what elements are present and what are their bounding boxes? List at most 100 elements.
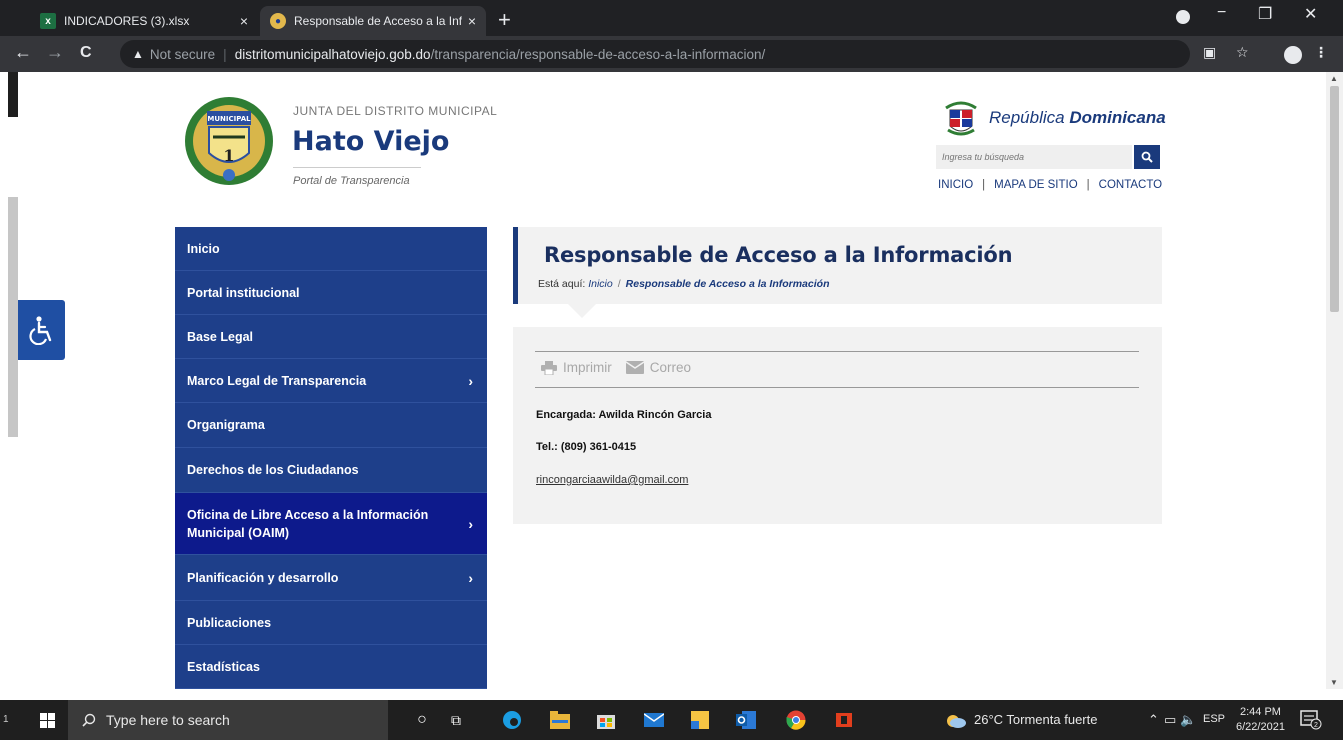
article-tools: Imprimir Correo <box>541 360 705 375</box>
wheelchair-icon <box>28 316 51 345</box>
tab-close-icon[interactable]: × <box>468 13 476 29</box>
address-host: distritomunicipalhatoviejo.gob.do <box>234 46 431 62</box>
link-separator: | <box>982 179 986 191</box>
scroll-down-icon[interactable]: ▼ <box>1330 678 1338 687</box>
sticky-notes-icon[interactable] <box>688 708 712 732</box>
profile-dot-icon[interactable] <box>1176 10 1190 24</box>
new-tab-button[interactable]: + <box>498 7 511 33</box>
notification-center-icon[interactable]: 2 <box>1300 710 1322 730</box>
profile-avatar-icon[interactable] <box>1284 46 1302 64</box>
search-icon <box>82 713 96 727</box>
browser-tab-strip: x INDICADORES (3).xlsx × ● Responsable d… <box>0 0 1343 36</box>
municipal-seal-logo: MUNICIPAL 1 <box>185 97 273 185</box>
sidebar-item-portal-institucional[interactable]: Portal institucional <box>175 271 487 315</box>
sidebar-item-label: Inicio <box>187 241 220 256</box>
sidebar-item-estadisticas[interactable]: Estadísticas <box>175 645 487 689</box>
sidebar-item-label: Publicaciones <box>187 615 272 630</box>
breadcrumb-separator: / <box>617 278 621 290</box>
site-search-input[interactable] <box>942 152 1122 162</box>
email-tool[interactable]: Correo <box>625 360 705 375</box>
store-icon[interactable] <box>594 708 618 732</box>
maximize-button[interactable]: ❐ <box>1258 4 1272 24</box>
sidebar-item-label: Organigrama <box>187 418 265 432</box>
sidebar-item-label: Oficina de Libre Acceso a la Información… <box>187 507 429 540</box>
sidebar-item-derechos[interactable]: Derechos de los Ciudadanos <box>175 448 487 493</box>
address-path: /transparencia/responsable-de-acceso-a-l… <box>430 46 766 62</box>
telefono-text: Tel.: (809) 361-0415 <box>536 441 637 453</box>
site-search-button[interactable] <box>1134 145 1160 169</box>
top-link-contacto[interactable]: CONTACTO <box>1099 179 1162 191</box>
sidebar-item-organigrama[interactable]: Organigrama <box>175 403 487 448</box>
tab-title: INDICADORES (3).xlsx <box>64 14 190 28</box>
warning-icon: ▲ <box>132 47 144 61</box>
email-label: Correo <box>649 360 692 375</box>
link-separator: | <box>1086 179 1090 191</box>
site-title[interactable]: Hato Viejo <box>292 126 449 157</box>
browser-toolbar: ← → C ▲ Not secure | distritomunicipalha… <box>0 36 1343 72</box>
mail-icon[interactable] <box>642 708 666 732</box>
sidebar-item-inicio[interactable]: Inicio <box>175 227 487 271</box>
chrome-icon[interactable] <box>784 708 808 732</box>
print-tool[interactable]: Imprimir <box>541 360 626 375</box>
tray-expand-icon[interactable]: ⌃ <box>1148 712 1159 728</box>
forward-button[interactable]: → <box>46 42 64 63</box>
republica-dominicana-label: República Dominicana <box>989 108 1166 128</box>
weather-text[interactable]: 26°C Tormenta fuerte <box>974 712 1097 727</box>
minimize-button[interactable]: − <box>1217 4 1226 22</box>
clock-date: 6/22/2021 <box>1236 721 1285 733</box>
left-edge-dark <box>8 72 18 117</box>
system-clock[interactable]: 2:44 PM 6/22/2021 <box>1236 705 1285 735</box>
chevron-right-icon: › <box>468 372 473 389</box>
sidebar-item-publicaciones[interactable]: Publicaciones <box>175 601 487 645</box>
sidebar-item-marco-legal[interactable]: Marco Legal de Transparencia › <box>175 359 487 403</box>
clock-time: 2:44 PM <box>1239 706 1281 718</box>
sidebar-item-planificacion[interactable]: Planificación y desarrollo › <box>175 555 487 601</box>
sidebar-item-base-legal[interactable]: Base Legal <box>175 315 487 359</box>
top-link-inicio[interactable]: INICIO <box>938 179 973 191</box>
outlook-icon[interactable] <box>734 708 758 732</box>
sidebar-item-label: Derechos de los Ciudadanos <box>187 463 359 477</box>
tab-close-icon[interactable]: × <box>240 13 248 29</box>
breadcrumb-home-link[interactable]: Inicio <box>588 278 613 290</box>
cortana-icon[interactable]: ○ <box>410 708 434 732</box>
page-title: Responsable de Acceso a la Información <box>544 243 1013 267</box>
volume-icon[interactable]: 🔈 <box>1180 712 1196 728</box>
task-view-icon[interactable]: ⧉ <box>444 708 468 732</box>
address-bar[interactable]: ▲ Not secure | distritomunicipalhatoviej… <box>120 40 1190 68</box>
email-link[interactable]: rincongarciaawilda@gmail.com <box>536 474 688 486</box>
network-icon[interactable]: ▭ <box>1164 712 1176 728</box>
breadcrumb-prefix: Está aquí: <box>538 278 586 290</box>
menu-kebab-icon[interactable]: ⋮ <box>1314 44 1328 61</box>
bookmark-star-icon[interactable]: ☆ <box>1236 44 1249 61</box>
close-window-button[interactable]: ✕ <box>1304 4 1317 24</box>
reload-button[interactable]: C <box>80 44 92 62</box>
sidebar-item-oaim[interactable]: Oficina de Libre Acceso a la Información… <box>175 493 487 555</box>
scrollbar-thumb[interactable] <box>1330 86 1339 312</box>
sidebar-item-label: Estadísticas <box>187 659 260 674</box>
top-links: INICIO | MAPA DE SITIO | CONTACTO <box>938 179 1162 191</box>
sidebar-item-label: Marco Legal de Transparencia <box>187 373 367 388</box>
envelope-icon <box>625 361 644 374</box>
page-scrollbar[interactable]: ▲ ▼ <box>1326 72 1343 689</box>
office-icon[interactable] <box>832 708 856 732</box>
sidebar-edge-label: 1 <box>3 714 9 725</box>
windows-start-icon[interactable] <box>40 713 55 728</box>
security-label: Not secure <box>149 46 216 62</box>
translate-icon[interactable]: ▣ <box>1203 44 1216 61</box>
edge-icon[interactable] <box>500 708 524 732</box>
top-link-mapa-de-sitio[interactable]: MAPA DE SITIO <box>994 179 1078 191</box>
tab-indicadores[interactable]: x INDICADORES (3).xlsx × <box>30 6 258 36</box>
scroll-up-icon[interactable]: ▲ <box>1330 74 1338 83</box>
tab-responsable[interactable]: ● Responsable de Acceso a la Infor × <box>260 6 486 36</box>
sidebar-item-label: Planificación y desarrollo <box>187 570 339 585</box>
divider-top <box>535 351 1139 352</box>
file-explorer-icon[interactable] <box>548 708 572 732</box>
taskbar-search[interactable]: Type here to search <box>68 700 388 740</box>
content-box: Imprimir Correo Encargada: Awilda Rincón… <box>513 327 1162 524</box>
weather-cloud-icon[interactable] <box>944 708 968 732</box>
svg-text:MUNICIPAL: MUNICIPAL <box>207 115 251 123</box>
language-indicator[interactable]: ESP <box>1203 713 1225 725</box>
accessibility-button[interactable] <box>18 300 65 360</box>
back-button[interactable]: ← <box>14 42 32 63</box>
page-viewport: MUNICIPAL 1 JUNTA DEL DISTRITO MUNICIPAL… <box>0 72 1343 689</box>
